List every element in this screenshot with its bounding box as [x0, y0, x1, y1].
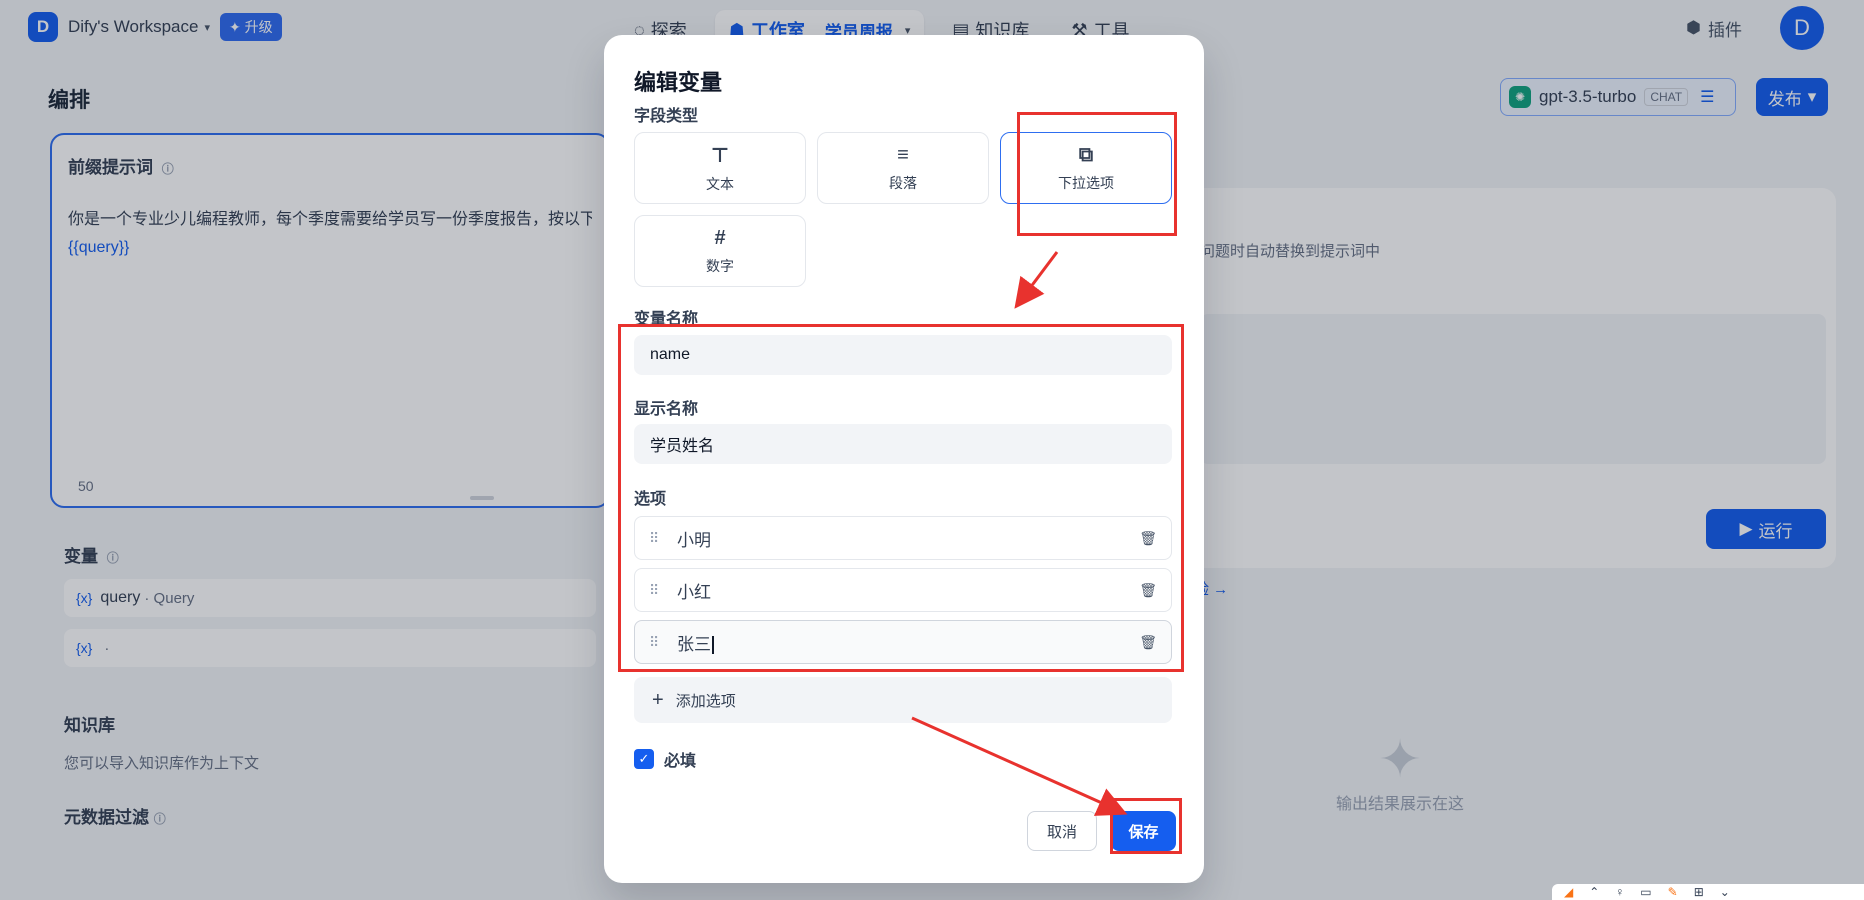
- toolbar-icon[interactable]: ⊞: [1694, 885, 1704, 899]
- toolbar-icon[interactable]: ♀: [1615, 885, 1624, 899]
- annotation-arrow: [1014, 251, 1059, 309]
- toolbar-icon[interactable]: ⌄: [1720, 885, 1730, 899]
- annotation-arrows: [911, 251, 1128, 816]
- toolbar-icon[interactable]: ▭: [1640, 885, 1651, 899]
- annotation-arrow: [911, 716, 1128, 816]
- toolbar-icon[interactable]: ✎: [1668, 885, 1678, 899]
- toolbar-icon[interactable]: ⌃: [1589, 885, 1599, 899]
- logo-icon[interactable]: ◢: [1564, 885, 1573, 899]
- floating-toolbar: ◢ ⌃ ♀ ▭ ✎ ⊞ ⌄: [1552, 884, 1864, 900]
